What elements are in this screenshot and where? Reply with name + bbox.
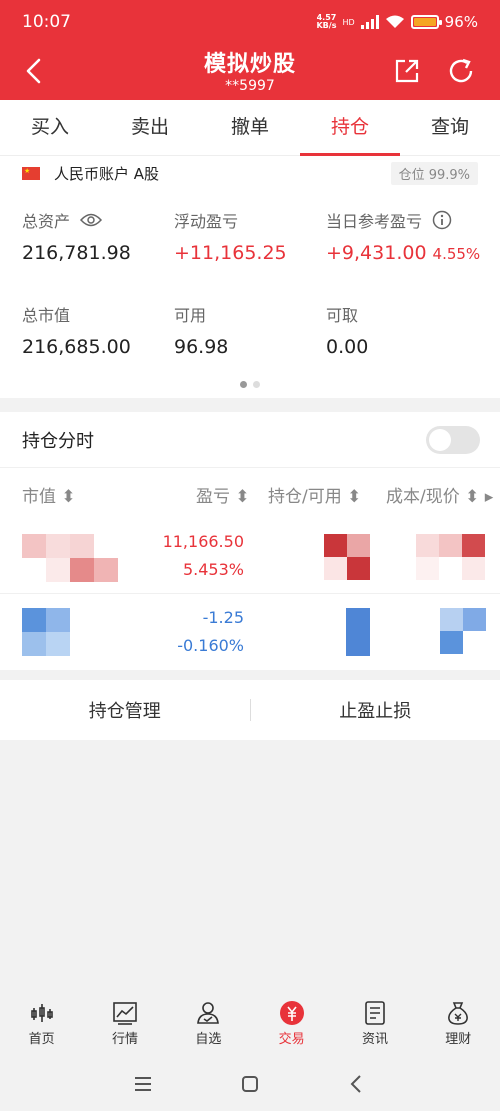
refresh-icon[interactable] — [446, 56, 476, 86]
position-ratio-badge: 仓位 99.9% — [390, 161, 478, 185]
row-pnl: -1.25 — [202, 608, 244, 627]
holdings-table-header: 市值 ⬍ 盈亏 ⬍ 持仓/可用 ⬍ 成本/现价 ⬍ ▸ — [0, 468, 500, 518]
col-market-value[interactable]: 市值 ⬍ — [22, 482, 76, 507]
net-speed: 4.57 KB/s — [316, 13, 337, 30]
table-row[interactable]: -1.25 -0.160% — [0, 594, 500, 670]
page-title: 模拟炒股 — [203, 52, 296, 77]
nav-trade[interactable]: 交易 — [250, 988, 333, 1054]
tab-holdings[interactable]: 持仓 — [300, 100, 400, 156]
row-pnl: 11,166.50 — [162, 532, 244, 551]
info-icon[interactable] — [432, 210, 452, 230]
holdings-actions: 持仓管理 止盈止损 — [0, 680, 500, 740]
trade-tabs: 买入 卖出 撤单 持仓 查询 — [0, 100, 500, 156]
total-assets: 总资产 216,781.98 — [22, 212, 131, 264]
pixelated-stock-name — [22, 608, 94, 656]
nav-wealth[interactable]: 理财 — [417, 988, 500, 1054]
share-icon[interactable] — [392, 56, 422, 86]
home-square-icon[interactable] — [239, 1073, 261, 1095]
nav-news[interactable]: 资讯 — [333, 988, 416, 1054]
yuan-coin-icon — [279, 1001, 304, 1025]
row-pnl-pct: -0.160% — [177, 636, 244, 655]
battery-icon — [410, 15, 442, 29]
trend-chart-icon — [113, 1002, 137, 1025]
col-cost-price[interactable]: 成本/现价 ⬍ ▸ — [386, 482, 493, 507]
nav-watchlist[interactable]: 自选 — [167, 988, 250, 1054]
back-icon[interactable] — [346, 1073, 368, 1095]
china-flag-icon — [22, 166, 40, 180]
status-time: 10:07 — [22, 12, 71, 32]
pixelated-stock-name — [22, 534, 118, 582]
page-indicator — [0, 381, 500, 388]
tab-query[interactable]: 查询 — [400, 100, 500, 155]
menu-icon[interactable] — [132, 1073, 154, 1095]
wifi-icon — [385, 15, 404, 28]
pixelated-cost-price — [440, 608, 486, 654]
account-name: 人民币账户 A股 — [54, 164, 160, 183]
available-funds: 可用 96.98 — [174, 306, 229, 358]
table-row[interactable]: 11,166.50 5.453% — [0, 518, 500, 594]
money-bag-icon — [448, 1002, 469, 1025]
tab-sell[interactable]: 卖出 — [100, 100, 200, 155]
candlestick-icon — [30, 1004, 53, 1022]
eye-icon[interactable] — [80, 213, 103, 227]
row-pnl-pct: 5.453% — [182, 560, 244, 579]
document-icon — [365, 1001, 385, 1025]
stop-profit-loss-button[interactable]: 止盈止损 — [251, 697, 500, 723]
floating-pnl: 浮动盈亏 +11,165.25 — [174, 212, 287, 264]
nav-home[interactable]: 首页 — [0, 988, 83, 1054]
pixelated-position — [324, 534, 370, 580]
account-number: **5997 — [225, 78, 275, 94]
col-position-available[interactable]: 持仓/可用 ⬍ — [268, 482, 361, 507]
pixelated-position — [346, 608, 370, 656]
signal-icon — [360, 15, 379, 29]
header-bar: 10:07 4.57 KB/s HD 96% 模拟炒股 **5997 — [0, 0, 500, 100]
user-check-icon — [197, 1002, 220, 1024]
pixelated-cost-price — [416, 534, 485, 580]
tab-buy[interactable]: 买入 — [0, 100, 100, 155]
intraday-toggle[interactable] — [426, 425, 480, 454]
col-pnl[interactable]: 盈亏 ⬍ — [196, 482, 250, 507]
nav-market[interactable]: 行情 — [83, 988, 166, 1054]
account-summary-card: 人民币账户 A股 仓位 99.9% 总资产 216,781.98 浮动盈亏 +1… — [0, 156, 500, 398]
daily-ref-pnl: 当日参考盈亏 +9,431.00 4.55% — [326, 210, 481, 264]
battery-level: 96% — [444, 13, 478, 31]
manage-holdings-button[interactable]: 持仓管理 — [0, 697, 250, 723]
bottom-nav: 首页 行情 自选 交易 资讯 理财 — [0, 988, 500, 1054]
system-nav-bar — [0, 1056, 500, 1111]
hd-icon: HD — [342, 17, 355, 27]
tab-cancel[interactable]: 撤单 — [200, 100, 300, 155]
holdings-section: 持仓分时 市值 ⬍ 盈亏 ⬍ 持仓/可用 ⬍ 成本/现价 ⬍ ▸ 11,166.… — [0, 412, 500, 670]
withdrawable-funds: 可取 0.00 — [326, 306, 369, 358]
total-market-value: 总市值 216,685.00 — [22, 306, 131, 358]
section-title: 持仓分时 — [22, 430, 94, 452]
status-bar: 10:07 4.57 KB/s HD 96% — [0, 0, 500, 44]
